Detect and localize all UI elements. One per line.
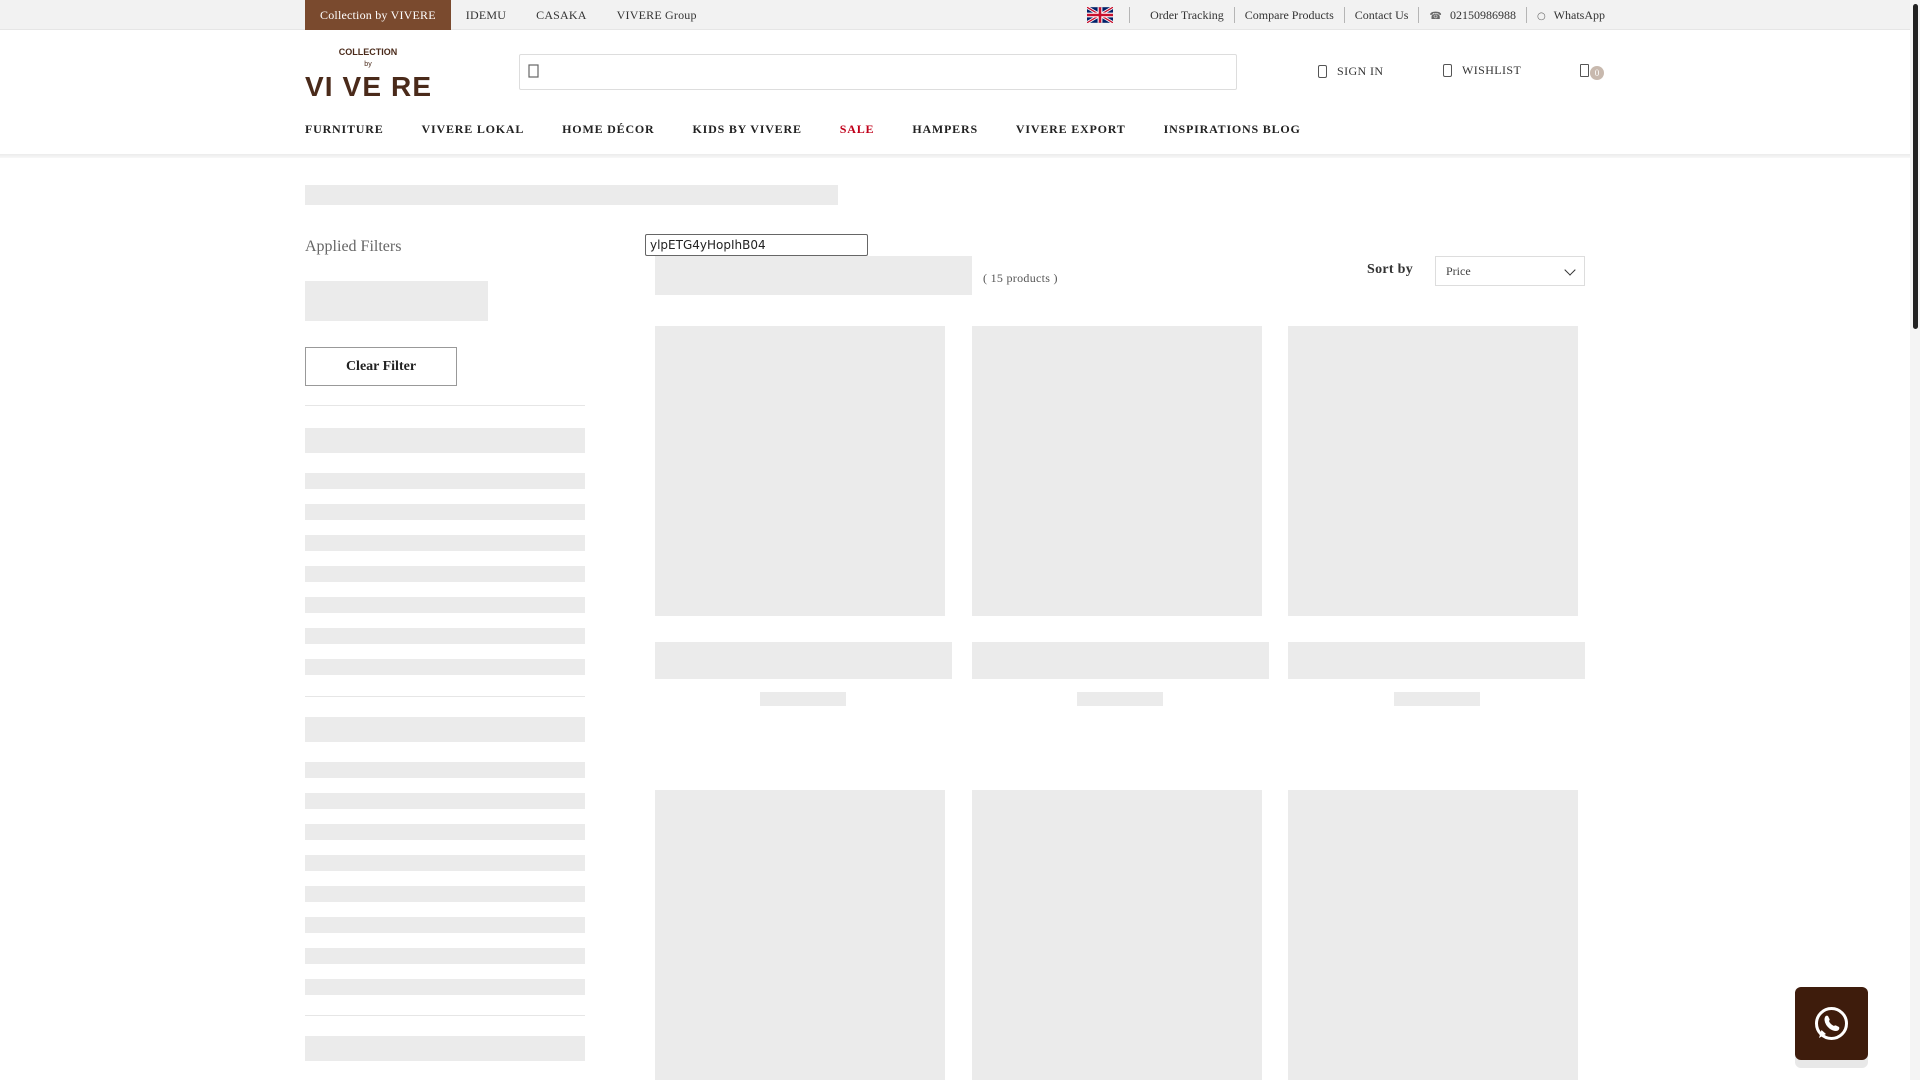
filter-group-skeleton: [305, 717, 585, 742]
logo-collection-text: COLLECTION: [339, 47, 398, 57]
product-title-skeleton: [655, 642, 952, 679]
filter-option-skeleton: [305, 824, 585, 840]
applied-filter-skeleton: [305, 281, 488, 321]
filter-option-skeleton: [305, 659, 585, 675]
main-nav: FURNITURE VIVERE LOKAL HOME DÉCOR KIDS B…: [305, 122, 1339, 137]
nav-divider: [0, 154, 1910, 158]
logo-wordmark: VI VE RE: [305, 71, 431, 98]
brand-collection-by-vivere[interactable]: Collection by VIVERE: [305, 0, 451, 30]
filter-option-skeleton: [305, 886, 585, 902]
product-price-skeleton: [1394, 692, 1480, 706]
whatsapp-small-icon: ○: [1536, 10, 1546, 22]
whatsapp-label: WhatsApp: [1553, 7, 1605, 22]
product-count: ( 15 products ): [983, 271, 1058, 285]
filter-group-skeleton: [305, 1036, 585, 1061]
product-image-skeleton[interactable]: [655, 790, 945, 1080]
nav-item-kids-by-vivere[interactable]: KIDS BY VIVERE: [693, 122, 802, 137]
logo-by-text: by: [364, 61, 372, 68]
cart-button[interactable]: 0: [1580, 64, 1604, 82]
contact-us-link[interactable]: Contact Us: [1345, 8, 1419, 23]
debug-id-field[interactable]: ylpETG4yHopIhB04: [645, 234, 868, 256]
filter-option-skeleton: [305, 855, 585, 871]
sort-select[interactable]: Price: [1435, 256, 1585, 286]
product-image-skeleton[interactable]: [655, 326, 945, 616]
brand-switcher: Collection by VIVERE IDEMU CASAKA VIVERE…: [305, 0, 712, 30]
product-image-skeleton[interactable]: [972, 326, 1262, 616]
filter-option-skeleton: [305, 535, 585, 551]
nav-item-sale[interactable]: SALE: [840, 122, 875, 137]
whatsapp-icon: [1815, 1007, 1848, 1040]
sort-by-label: Sort by: [1367, 262, 1414, 277]
whatsapp-chat-button[interactable]: [1795, 987, 1868, 1060]
sign-in-label: SIGN IN: [1337, 64, 1384, 78]
filter-option-skeleton: [305, 566, 585, 582]
whatsapp-link[interactable]: ○ WhatsApp: [1527, 8, 1605, 23]
svg-text:COLLECTION: COLLECTION: [339, 47, 398, 57]
nav-item-furniture[interactable]: FURNITURE: [305, 122, 384, 137]
uk-flag-icon[interactable]: [1087, 7, 1114, 23]
top-bar: Collection by VIVERE IDEMU CASAKA VIVERE…: [0, 0, 1910, 30]
applied-filters-heading: Applied Filters: [305, 238, 402, 255]
user-icon: [1318, 65, 1327, 78]
product-image-skeleton[interactable]: [972, 790, 1262, 1080]
phone-number: 02150986988: [1449, 7, 1516, 22]
compare-products-link[interactable]: Compare Products: [1235, 8, 1344, 23]
order-tracking-link[interactable]: Order Tracking: [1130, 8, 1234, 23]
nav-item-hampers[interactable]: HAMPERS: [912, 122, 978, 137]
nav-item-vivere-export[interactable]: VIVERE EXPORT: [1016, 122, 1126, 137]
search-icon: [528, 64, 539, 78]
product-price-skeleton: [760, 692, 846, 706]
filter-option-skeleton: [305, 473, 585, 489]
filter-option-skeleton: [305, 762, 585, 778]
brand-idemu[interactable]: IDEMU: [451, 0, 521, 30]
divider: [305, 1015, 585, 1016]
divider: [305, 696, 585, 697]
product-image-skeleton[interactable]: [1288, 790, 1578, 1080]
cart-count-badge: 0: [1590, 66, 1604, 80]
wishlist-button[interactable]: WISHLIST: [1443, 63, 1521, 78]
category-title-skeleton: [655, 256, 972, 295]
chevron-down-icon: [1564, 264, 1576, 276]
phone-icon: ☎: [1429, 10, 1442, 22]
nav-item-vivere-lokal[interactable]: VIVERE LOKAL: [422, 122, 525, 137]
filter-option-skeleton: [305, 597, 585, 613]
search-bar[interactable]: [519, 54, 1237, 90]
sort-selected-value: Price: [1446, 264, 1471, 278]
heart-icon: [1443, 64, 1452, 77]
product-title-skeleton: [972, 642, 1269, 679]
filter-option-skeleton: [305, 793, 585, 809]
breadcrumb-skeleton: [305, 185, 838, 205]
scrollbar-thumb[interactable]: [1913, 4, 1918, 329]
sign-in-button[interactable]: SIGN IN: [1318, 64, 1383, 79]
wishlist-label: WISHLIST: [1462, 63, 1522, 77]
top-links: Order Tracking Compare Products Contact …: [1087, 0, 1605, 30]
cart-icon: [1580, 64, 1589, 77]
nav-item-home-decor[interactable]: HOME DÉCOR: [562, 122, 654, 137]
filter-option-skeleton: [305, 917, 585, 933]
filter-group-skeleton: [305, 428, 585, 453]
filter-option-skeleton: [305, 948, 585, 964]
brand-vivere-group[interactable]: VIVERE Group: [602, 0, 712, 30]
product-price-skeleton: [1077, 692, 1163, 706]
clear-filter-button[interactable]: Clear Filter: [305, 347, 457, 386]
divider: [305, 405, 585, 406]
phone-link[interactable]: ☎ 02150986988: [1419, 8, 1525, 23]
site-logo[interactable]: COLLECTION by VI VE RE: [305, 46, 431, 102]
product-image-skeleton[interactable]: [1288, 326, 1578, 616]
filter-option-skeleton: [305, 979, 585, 995]
filter-option-skeleton: [305, 504, 585, 520]
brand-casaka[interactable]: CASAKA: [521, 0, 602, 30]
filter-option-skeleton: [305, 628, 585, 644]
page-scrollbar[interactable]: [1910, 0, 1920, 1080]
search-input[interactable]: [548, 59, 1228, 85]
nav-item-inspirations-blog[interactable]: INSPIRATIONS BLOG: [1164, 122, 1301, 137]
product-title-skeleton: [1288, 642, 1585, 679]
